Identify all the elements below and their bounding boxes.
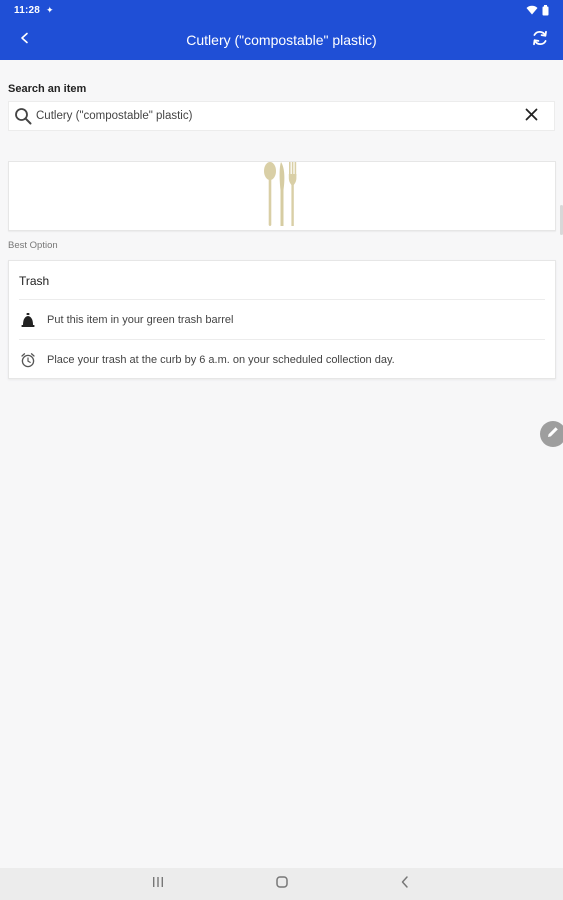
- recents-icon: [151, 875, 165, 893]
- status-notification-icon: ✦: [46, 4, 54, 15]
- wifi-icon: [526, 5, 538, 15]
- alarm-clock-icon: [19, 351, 37, 369]
- trash-barrel-icon: [19, 311, 37, 329]
- item-image-card: [8, 161, 556, 231]
- search-label: Search an item: [8, 83, 87, 95]
- recents-button[interactable]: [143, 874, 173, 894]
- option-row-barrel: Put this item in your green trash barrel: [19, 301, 545, 339]
- edit-button[interactable]: [540, 421, 563, 447]
- home-icon: [275, 875, 289, 894]
- refresh-button[interactable]: [527, 27, 553, 53]
- cutlery-icon: [262, 160, 302, 233]
- back-arrow-icon: [19, 31, 31, 49]
- system-nav-bar: [0, 868, 563, 900]
- page-title: Cutlery ("compostable" plastic): [186, 32, 377, 48]
- pencil-icon: [546, 425, 560, 444]
- app-bar: Cutlery ("compostable" plastic): [0, 20, 563, 60]
- search-input[interactable]: [36, 103, 506, 129]
- battery-icon: [542, 4, 549, 16]
- option-title: Trash: [19, 274, 50, 288]
- status-bar: 11:28 ✦: [0, 0, 563, 20]
- divider: [19, 339, 545, 340]
- search-box[interactable]: [8, 101, 555, 131]
- back-button[interactable]: [12, 28, 38, 52]
- clear-search-button[interactable]: [522, 108, 540, 126]
- nav-back-button[interactable]: [390, 874, 420, 894]
- best-option-label: Best Option: [8, 240, 58, 251]
- option-row-text: Place your trash at the curb by 6 a.m. o…: [47, 354, 395, 366]
- status-time: 11:28: [14, 4, 41, 16]
- search-icon: [13, 106, 33, 126]
- status-right: [526, 4, 549, 16]
- clear-icon: [525, 108, 538, 126]
- refresh-icon: [531, 29, 549, 52]
- option-row-text: Put this item in your green trash barrel: [47, 314, 234, 326]
- nav-back-icon: [399, 875, 411, 894]
- top-bar: 11:28 ✦ Cutlery ("compostable" plastic): [0, 0, 563, 60]
- disposal-option-card: Trash Put this item in your green trash …: [8, 260, 556, 379]
- home-button[interactable]: [267, 874, 297, 894]
- divider: [19, 299, 545, 300]
- option-row-schedule: Place your trash at the curb by 6 a.m. o…: [19, 341, 545, 379]
